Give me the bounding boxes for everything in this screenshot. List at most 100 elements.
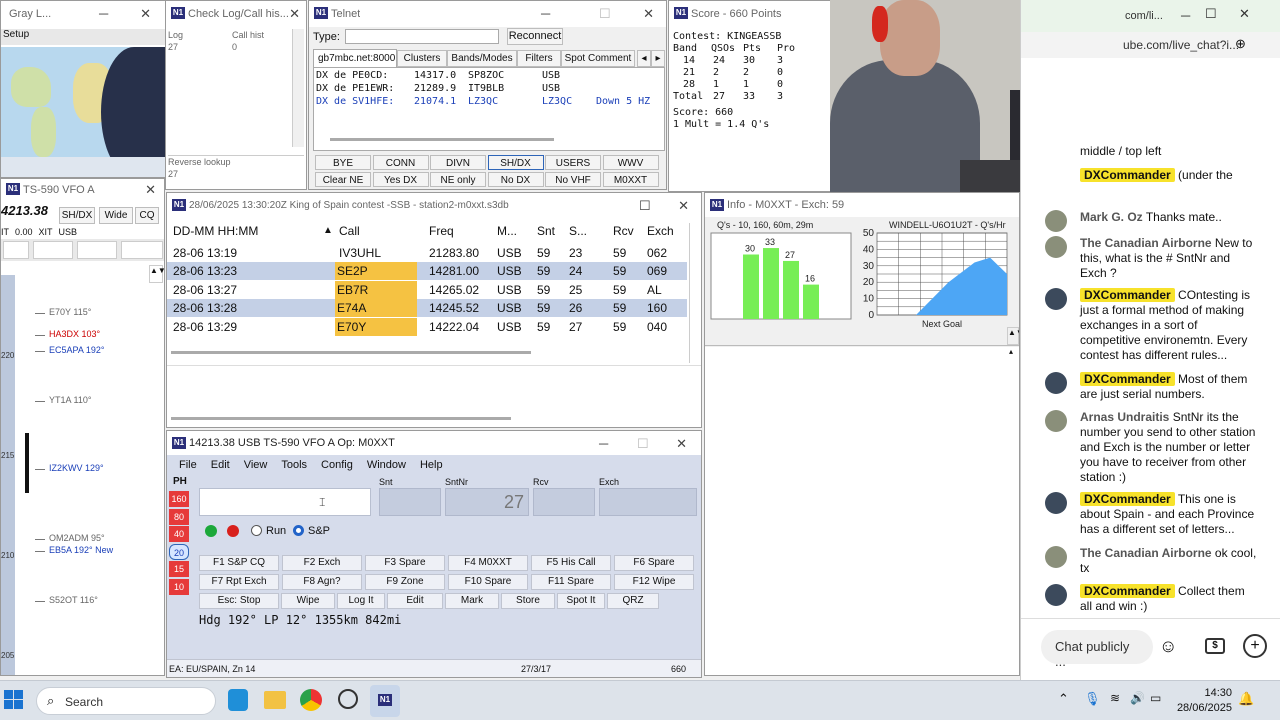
spot-row[interactable]: DX de SV1HFE: 21074.1 LZ3QC LZ3QC Down 5 HZ xyxy=(316,96,656,109)
chrome-icon[interactable] xyxy=(300,689,322,711)
chat-input[interactable]: Chat publicly ... xyxy=(1041,630,1153,669)
spot-row[interactable]: DX de PE1EWR: 21289.9 IT9BLB USB xyxy=(316,83,656,96)
close-icon[interactable]: ✕ xyxy=(289,6,300,22)
menu-window[interactable]: Window xyxy=(367,459,414,471)
menu-tools[interactable]: Tools xyxy=(281,459,315,471)
fkey-button[interactable]: F4 M0XXT xyxy=(448,555,528,571)
log-header-cell[interactable]: Call xyxy=(339,224,360,238)
band-20-button[interactable]: 20 xyxy=(169,543,189,560)
band-10-button[interactable]: 10 xyxy=(169,578,189,595)
hscrollbar[interactable] xyxy=(171,351,531,354)
notification-icon[interactable]: 🔔 xyxy=(1238,691,1254,707)
close-icon[interactable]: ✕ xyxy=(678,198,689,214)
memory-slot[interactable] xyxy=(3,241,29,259)
telnet-conn-button[interactable]: CONN xyxy=(372,155,429,170)
close-icon[interactable]: ✕ xyxy=(676,436,687,452)
telnet-shdx-button[interactable]: SH/DX xyxy=(487,155,544,170)
menu-view[interactable]: View xyxy=(244,459,276,471)
scroll-arrows-icon[interactable]: ▲▼ xyxy=(1007,327,1019,345)
edge-icon[interactable] xyxy=(228,689,248,711)
menu-config[interactable]: Config xyxy=(321,459,361,471)
windows-start-icon[interactable] xyxy=(4,690,24,710)
telnet-neonly-button[interactable]: NE only xyxy=(430,172,486,187)
fkey-button[interactable]: F7 Rpt Exch xyxy=(199,574,279,590)
fkey-button[interactable]: F11 Spare xyxy=(531,574,611,590)
log-header-cell[interactable]: Snt xyxy=(537,224,555,238)
telnet-divn-button[interactable]: DIVN xyxy=(430,155,486,170)
telnet-nodx-button[interactable]: No DX xyxy=(487,172,544,187)
bandmap-spot[interactable]: EB5A 192° New xyxy=(49,545,113,555)
app-icon[interactable] xyxy=(338,689,358,709)
telnet-novhf-button[interactable]: No VHF xyxy=(545,172,601,187)
tab-next-icon[interactable]: ▸ xyxy=(651,50,665,67)
log-header-cell[interactable]: Freq xyxy=(429,224,454,238)
action-button[interactable]: Store xyxy=(501,593,555,609)
super-chat-icon[interactable]: $ xyxy=(1205,638,1225,654)
bandmap-spot[interactable]: IZ2KWV 129° xyxy=(49,463,104,473)
address-bar[interactable]: ube.com/live_chat?i... ⊕ xyxy=(1021,32,1280,58)
log-header-cell[interactable]: Exch xyxy=(647,224,674,238)
maximize-icon[interactable]: ☐ xyxy=(639,198,651,214)
bandmap-spot[interactable]: EC5APA 192° xyxy=(49,345,104,355)
bandmap-spot[interactable]: S52OT 116° xyxy=(49,595,98,605)
menu-help[interactable]: Help xyxy=(420,459,451,471)
fkey-button[interactable]: F10 Spare xyxy=(448,574,528,590)
setup-menu[interactable]: Setup xyxy=(1,29,165,45)
telnet-users-button[interactable]: USERS xyxy=(545,155,601,170)
action-button[interactable]: Spot It xyxy=(557,593,605,609)
type-input[interactable] xyxy=(345,29,499,44)
fkey-button[interactable]: F3 Spare xyxy=(365,555,445,571)
zoom-icon[interactable]: ⊕ xyxy=(1235,36,1246,52)
taskbar-search[interactable]: ⌕ Search xyxy=(36,687,216,715)
field-exch-input[interactable] xyxy=(599,488,697,516)
log-header-cell[interactable]: S... xyxy=(569,224,587,238)
hscrollbar[interactable] xyxy=(330,138,554,141)
hscrollbar[interactable] xyxy=(171,417,511,420)
maximize-icon[interactable]: ☐ xyxy=(637,436,649,452)
field-sntnr-input[interactable]: 27 xyxy=(445,488,529,516)
log-header-cell[interactable]: M... xyxy=(497,224,517,238)
field-snt-input[interactable] xyxy=(379,488,441,516)
run-radio[interactable] xyxy=(251,525,262,536)
shdx-button[interactable]: SH/DX xyxy=(59,207,95,224)
fkey-button[interactable]: F1 S&P CQ xyxy=(199,555,279,571)
action-button[interactable]: QRZ xyxy=(607,593,659,609)
minimize-icon[interactable]: ─ xyxy=(599,436,608,451)
tab-server[interactable]: gb7mbc.net:8000 xyxy=(313,49,397,67)
volume-icon[interactable]: 🔊 xyxy=(1130,691,1145,705)
band-160-button[interactable]: 160 xyxy=(169,491,189,507)
battery-icon[interactable]: ▭ xyxy=(1150,691,1161,705)
minimize-icon[interactable]: ─ xyxy=(541,6,550,21)
telnet-clearne-button[interactable]: Clear NE xyxy=(315,172,371,187)
close-icon[interactable]: ✕ xyxy=(1239,6,1250,22)
tab-prev-icon[interactable]: ◂ xyxy=(637,50,651,67)
wide-button[interactable]: Wide xyxy=(99,207,133,224)
memory-slot[interactable] xyxy=(33,241,73,259)
fkey-button[interactable]: F2 Exch xyxy=(282,555,362,571)
file-explorer-icon[interactable] xyxy=(264,691,286,709)
action-button[interactable]: Edit xyxy=(387,593,443,609)
log-row[interactable]: 28-06 13:28 E74A 14245.52 USB 59 26 59 160 xyxy=(167,298,687,318)
emoji-icon[interactable]: ☺ xyxy=(1159,636,1177,657)
telnet-bye-button[interactable]: BYE xyxy=(315,155,371,170)
field-rcv-input[interactable] xyxy=(533,488,595,516)
log-header-cell[interactable]: DD-MM HH:MM xyxy=(173,224,258,238)
mic-icon[interactable]: 🎙 xyxy=(1084,691,1101,707)
sp-radio[interactable] xyxy=(293,525,304,536)
close-icon[interactable]: ✕ xyxy=(145,182,156,198)
add-icon[interactable]: + xyxy=(1243,634,1267,658)
band-15-button[interactable]: 15 xyxy=(169,561,189,577)
close-icon[interactable]: ✕ xyxy=(140,6,151,22)
bandmap-spot[interactable]: HA3DX 103° xyxy=(49,329,100,339)
maximize-icon[interactable]: ☐ xyxy=(599,6,611,22)
action-button[interactable]: Mark xyxy=(445,593,499,609)
spot-row[interactable]: DX de PE0CD: 14317.0 SP8ZOC USB xyxy=(316,70,656,83)
minimize-icon[interactable]: ─ xyxy=(1181,8,1190,23)
log-row[interactable]: 28-06 13:19 IV3UHL 21283.80 USB 59 23 59 062 xyxy=(167,243,687,262)
cq-button[interactable]: CQ xyxy=(135,207,159,224)
fkey-button[interactable]: F12 Wipe xyxy=(614,574,694,590)
memory-slot[interactable] xyxy=(77,241,117,259)
log-header-cell[interactable]: Rcv xyxy=(613,224,634,238)
bandmap-spot[interactable]: YT1A 110° xyxy=(49,395,91,405)
menu-edit[interactable]: Edit xyxy=(211,459,238,471)
